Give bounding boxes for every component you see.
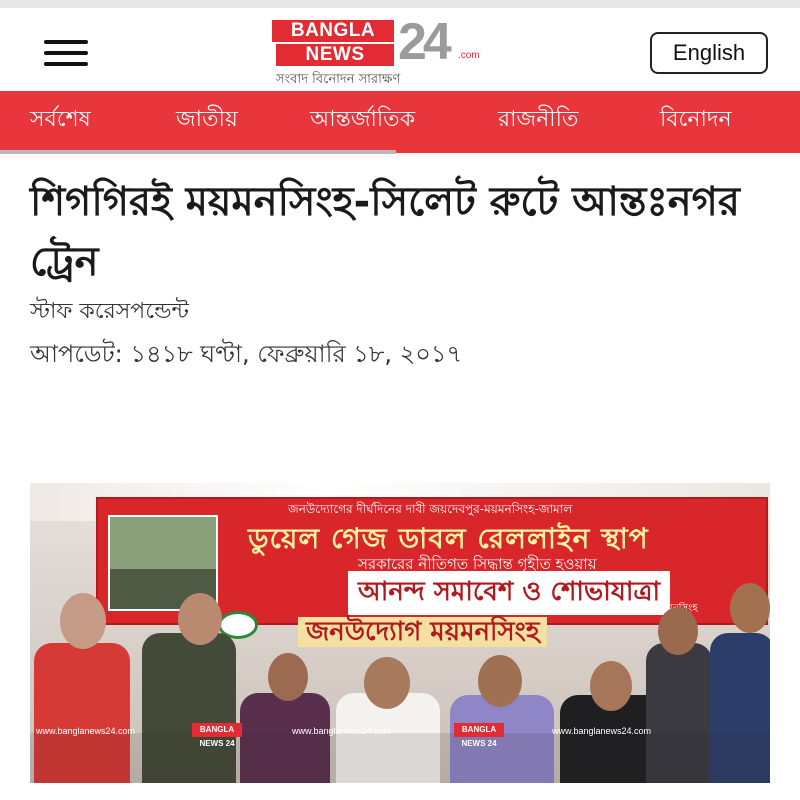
hamburger-menu-icon[interactable] — [44, 40, 88, 70]
banner-footer-text: জনউদ্যোগ ময়মনসিংহ — [298, 617, 548, 647]
nav-item-entertainment[interactable]: বিনোদন — [660, 91, 732, 149]
article-headline: শিগগিরই ময়মনসিংহ-সিলেট রুটে আন্তঃনগর ট্… — [30, 179, 740, 285]
person-head — [590, 661, 632, 711]
nav-scroll-indicator — [0, 150, 396, 154]
photo-watermark-logo: BANGLA NEWS 24 — [454, 723, 504, 748]
person-head — [730, 583, 770, 633]
photo-watermark: www.banglanews24.com — [36, 726, 136, 736]
nav-item-national[interactable]: জাতীয় — [176, 91, 238, 149]
person-head — [178, 593, 222, 645]
site-header: BANGLA NEWS 24 .com সংবাদ বিনোদন সারাক্ষ… — [0, 8, 800, 91]
logo-bangla-text: BANGLA — [272, 20, 394, 42]
person-head — [658, 607, 698, 655]
top-status-strip — [0, 0, 800, 8]
person-head — [364, 657, 410, 709]
photo-watermark: www.banglanews24.com — [292, 726, 392, 736]
logo-news-text: NEWS — [276, 44, 394, 66]
article-updated-time: আপডেট: ১৪১৮ ঘণ্টা, ফেব্রুয়ারি ১৮, ২০১৭ — [30, 340, 463, 368]
nav-item-latest[interactable]: সর্বশেষ — [30, 91, 91, 149]
article-author[interactable]: স্টাফ করেসপন্ডেন্ট — [30, 294, 189, 331]
logo-number: 24 — [398, 13, 452, 71]
person-head — [268, 653, 308, 701]
article-photo[interactable]: জনউদ্যোগের দীর্ঘদিনের দাবী জয়দেবপুর-ময়… — [30, 483, 770, 783]
photo-bottom-shade — [30, 733, 770, 783]
photo-watermark-logo: BANGLA NEWS 24 — [192, 723, 242, 748]
photo-watermark: www.banglanews24.com — [552, 726, 652, 736]
category-nav: সর্বশেষ জাতীয় আন্তর্জাতিক রাজনীতি বিনোদ… — [0, 91, 800, 153]
english-language-button[interactable]: English — [650, 32, 768, 74]
nav-item-international[interactable]: আন্তর্জাতিক — [310, 91, 415, 149]
person-head — [60, 593, 106, 649]
nav-item-politics[interactable]: রাজনীতি — [498, 91, 578, 149]
person-head — [478, 655, 522, 707]
site-logo[interactable]: BANGLA NEWS 24 .com সংবাদ বিনোদন সারাক্ষ… — [272, 14, 482, 90]
logo-tagline: সংবাদ বিনোদন সারাক্ষণ — [276, 72, 401, 87]
logo-domain: .com — [458, 50, 480, 61]
banner-text-5: ১৮ ফেব্রুয়ারি ২০১৭ শনিবার সকাল ১১টা রেল… — [418, 603, 698, 614]
